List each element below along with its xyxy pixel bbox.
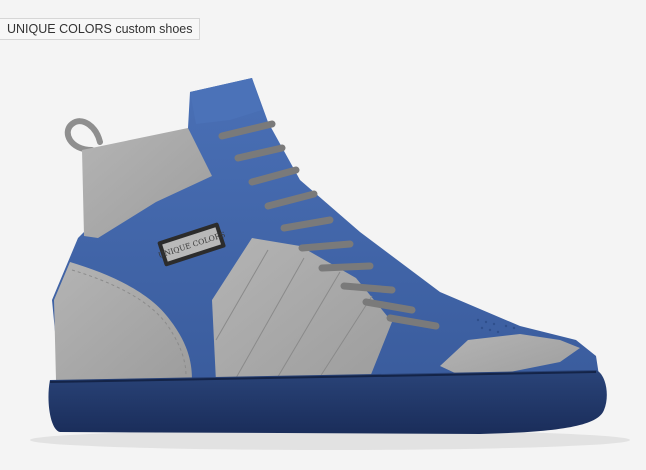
heel-pull-loop (64, 118, 103, 153)
sneaker-image: UNIQUE COLORS (30, 78, 630, 450)
